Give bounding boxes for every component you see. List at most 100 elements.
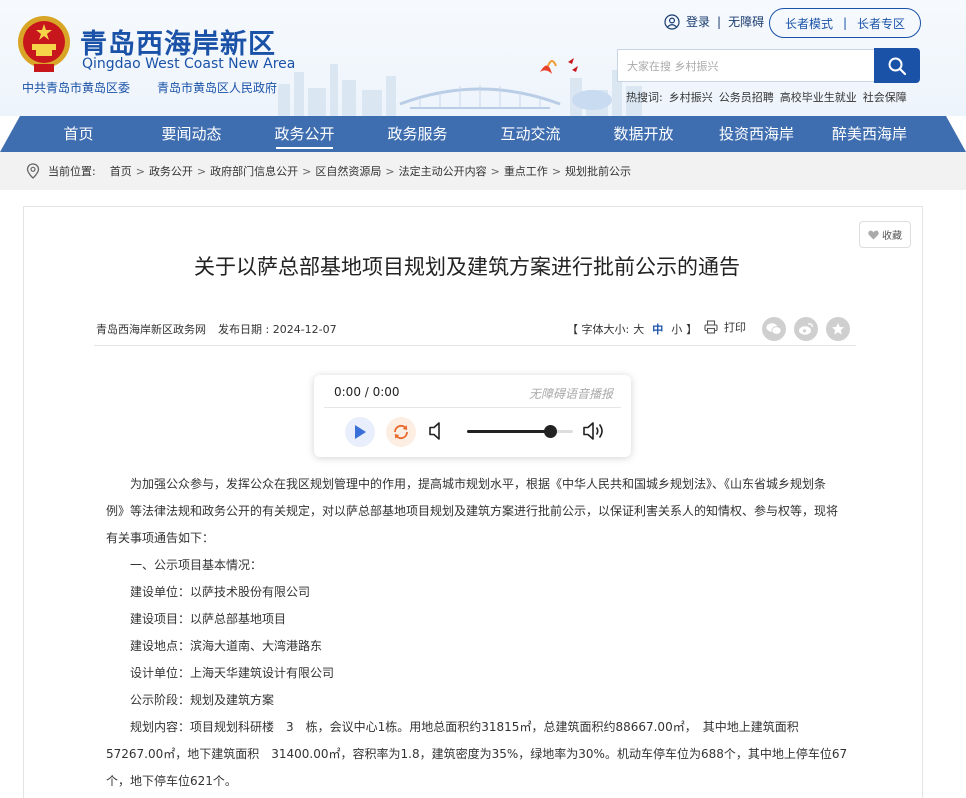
favorite-share-button[interactable] bbox=[826, 317, 850, 341]
paragraph: 为加强公众参与，发挥公众在我区规划管理中的作用，提高城市规划水平，根据《中华人民… bbox=[130, 477, 827, 491]
font-size-bracket: 】 bbox=[686, 323, 698, 336]
volume-high-icon bbox=[583, 422, 603, 440]
hot-word[interactable]: 乡村振兴 bbox=[669, 89, 713, 105]
nav-gov-affairs[interactable]: 政务公开 bbox=[248, 116, 361, 152]
breadcrumb-separator: > bbox=[551, 164, 562, 178]
paragraph: 例》等法律法规和政务公开的有关规定，对以萨总部基地项目规划及建筑方案进行批前公示… bbox=[106, 504, 839, 518]
paragraph: 设计单位：上海天华建筑设计有限公司 bbox=[130, 666, 335, 680]
speaker-icon bbox=[429, 422, 440, 440]
breadcrumb-item[interactable]: 政府部门信息公开 bbox=[210, 163, 298, 179]
divider bbox=[94, 345, 856, 346]
volume-knob[interactable] bbox=[543, 425, 557, 438]
weibo-share-button[interactable] bbox=[794, 317, 818, 341]
breadcrumb-separator: > bbox=[490, 164, 500, 178]
publish-date: 发布日期 : 2024-12-07 bbox=[218, 323, 337, 336]
wechat-icon bbox=[766, 323, 782, 335]
nav-open-data[interactable]: 数据开放 bbox=[587, 116, 700, 152]
mute-button[interactable] bbox=[428, 420, 446, 446]
breadcrumb-item[interactable]: 规划批前公示 bbox=[565, 163, 631, 179]
government-link[interactable]: 青岛市黄岛区人民政府 bbox=[157, 79, 277, 96]
hot-word[interactable]: 社会保障 bbox=[863, 89, 907, 105]
article-container: 收藏 关于以萨总部基地项目规划及建筑方案进行批前公示的通告 青岛西海岸新区政务网… bbox=[23, 206, 923, 798]
search-input[interactable]: 大家在搜 乡村振兴 bbox=[617, 49, 875, 82]
divider: | bbox=[842, 16, 848, 30]
national-emblem-icon bbox=[18, 16, 70, 72]
volume-max-button[interactable] bbox=[582, 419, 608, 447]
breadcrumb-label: 当前位置: bbox=[48, 165, 96, 178]
breadcrumb-separator: > bbox=[302, 164, 312, 178]
breadcrumb-item[interactable]: 政务公开 bbox=[149, 163, 193, 179]
hot-word[interactable]: 高校毕业生就业 bbox=[780, 89, 857, 105]
elder-zone-button[interactable]: 长者专区 bbox=[857, 15, 905, 32]
breadcrumb-item[interactable]: 法定主动公开内容 bbox=[399, 163, 487, 179]
main-nav: 首页 要闻动态 政务公开 政务服务 互动交流 数据开放 投资西海岸 醉美西海岸 bbox=[0, 116, 966, 152]
search-icon bbox=[888, 57, 907, 75]
paragraph: 建设单位：以萨技术股份有限公司 bbox=[130, 585, 311, 599]
party-committee-link[interactable]: 中共青岛市黄岛区委 bbox=[22, 79, 130, 96]
nav-investment[interactable]: 投资西海岸 bbox=[700, 116, 813, 152]
paragraph: 有关事项通告如下： bbox=[106, 531, 215, 545]
breadcrumb-item[interactable]: 区自然资源局 bbox=[315, 163, 381, 179]
nav-news[interactable]: 要闻动态 bbox=[135, 116, 248, 152]
nav-gov-service[interactable]: 政务服务 bbox=[361, 116, 474, 152]
loop-button[interactable] bbox=[386, 417, 416, 447]
breadcrumb-item[interactable]: 首页 bbox=[110, 163, 132, 179]
printer-icon bbox=[704, 320, 718, 334]
article-title: 关于以萨总部基地项目规划及建筑方案进行批前公示的通告 bbox=[194, 255, 740, 279]
paragraph: 规划内容：项目规划科研楼 3 栋，会议中心1栋。用地总面积约31815㎡，总建筑… bbox=[130, 720, 799, 734]
paragraph: 建设地点：滨海大道南、大湾港路东 bbox=[130, 639, 323, 653]
nav-home[interactable]: 首页 bbox=[22, 116, 135, 152]
article-meta: 青岛西海岸新区政务网 发布日期 : 2024-12-07 bbox=[96, 321, 337, 337]
divider: | bbox=[717, 14, 722, 29]
font-size-label: 【 字体大小: bbox=[567, 323, 630, 336]
nav-scenery[interactable]: 醉美西海岸 bbox=[813, 116, 926, 152]
site-subtitle: Qingdao West Coast New Area bbox=[82, 56, 296, 72]
breadcrumb: 当前位置: 首页 > 政务公开 > 政府部门信息公开 > 区自然资源局 > 法定… bbox=[0, 152, 966, 190]
paragraph: 个，地下停车位621个。 bbox=[106, 774, 237, 788]
breadcrumb-separator: > bbox=[196, 164, 207, 178]
audio-player: 0:00 / 0:00 无障碍语音播报 bbox=[314, 375, 631, 457]
loop-icon bbox=[394, 424, 408, 440]
paragraph: 建设项目：以萨总部基地项目 bbox=[130, 612, 287, 626]
star-icon bbox=[832, 323, 844, 335]
player-caption: 无障碍语音播报 bbox=[528, 387, 613, 401]
font-size-medium[interactable]: 中 bbox=[652, 323, 663, 336]
login-link[interactable]: 登录 bbox=[686, 13, 710, 30]
font-size-controls: 【 字体大小: 大中小】 bbox=[567, 321, 697, 337]
volume-slider[interactable] bbox=[467, 425, 573, 438]
favorite-label: 收藏 bbox=[882, 231, 902, 242]
accessibility-link[interactable]: 无障碍 bbox=[728, 13, 764, 30]
elder-mode-box: 长者模式 | 长者专区 bbox=[769, 8, 921, 38]
search-button[interactable] bbox=[874, 48, 920, 83]
bird-logo-icon bbox=[540, 58, 578, 74]
article-body: 为加强公众参与，发挥公众在我区规划管理中的作用，提高城市规划水平，根据《中华人民… bbox=[106, 471, 848, 795]
top-links: 登录 | 无障碍 bbox=[664, 13, 764, 30]
article-source: 青岛西海岸新区政务网 bbox=[96, 323, 206, 336]
site-header: 青岛西海岸新区 Qingdao West Coast New Area 中共青岛… bbox=[0, 0, 966, 116]
print-label: 打印 bbox=[724, 321, 746, 334]
volume-fill bbox=[467, 430, 550, 433]
player-time: 0:00 / 0:00 bbox=[334, 385, 400, 399]
breadcrumb-item[interactable]: 重点工作 bbox=[504, 163, 548, 179]
location-pin-icon bbox=[26, 163, 40, 179]
nav-interaction[interactable]: 互动交流 bbox=[474, 116, 587, 152]
breadcrumb-separator: > bbox=[135, 164, 145, 178]
print-button[interactable]: 打印 bbox=[704, 319, 746, 335]
user-icon bbox=[664, 13, 680, 30]
wechat-share-button[interactable] bbox=[762, 317, 786, 341]
favorite-button[interactable]: 收藏 bbox=[859, 221, 911, 248]
play-button[interactable] bbox=[345, 417, 375, 447]
section-heading: 一、公示项目基本情况： bbox=[130, 558, 263, 572]
paragraph: 57267.00㎡，地下建筑面积 31400.00㎡，容积率为1.8，建筑密度为… bbox=[106, 747, 848, 761]
hot-word[interactable]: 公务员招聘 bbox=[719, 89, 774, 105]
elder-mode-button[interactable]: 长者模式 bbox=[785, 15, 833, 32]
font-size-small[interactable]: 小 bbox=[671, 323, 682, 336]
play-icon bbox=[355, 425, 366, 439]
heart-icon bbox=[868, 230, 879, 239]
city-skyline-graphic bbox=[278, 64, 642, 116]
paragraph: 公示阶段：规划及建筑方案 bbox=[130, 693, 275, 707]
font-size-large[interactable]: 大 bbox=[633, 323, 644, 336]
divider bbox=[324, 407, 621, 408]
breadcrumb-separator: > bbox=[385, 164, 395, 178]
hot-search-label: 热搜词: bbox=[626, 91, 663, 104]
